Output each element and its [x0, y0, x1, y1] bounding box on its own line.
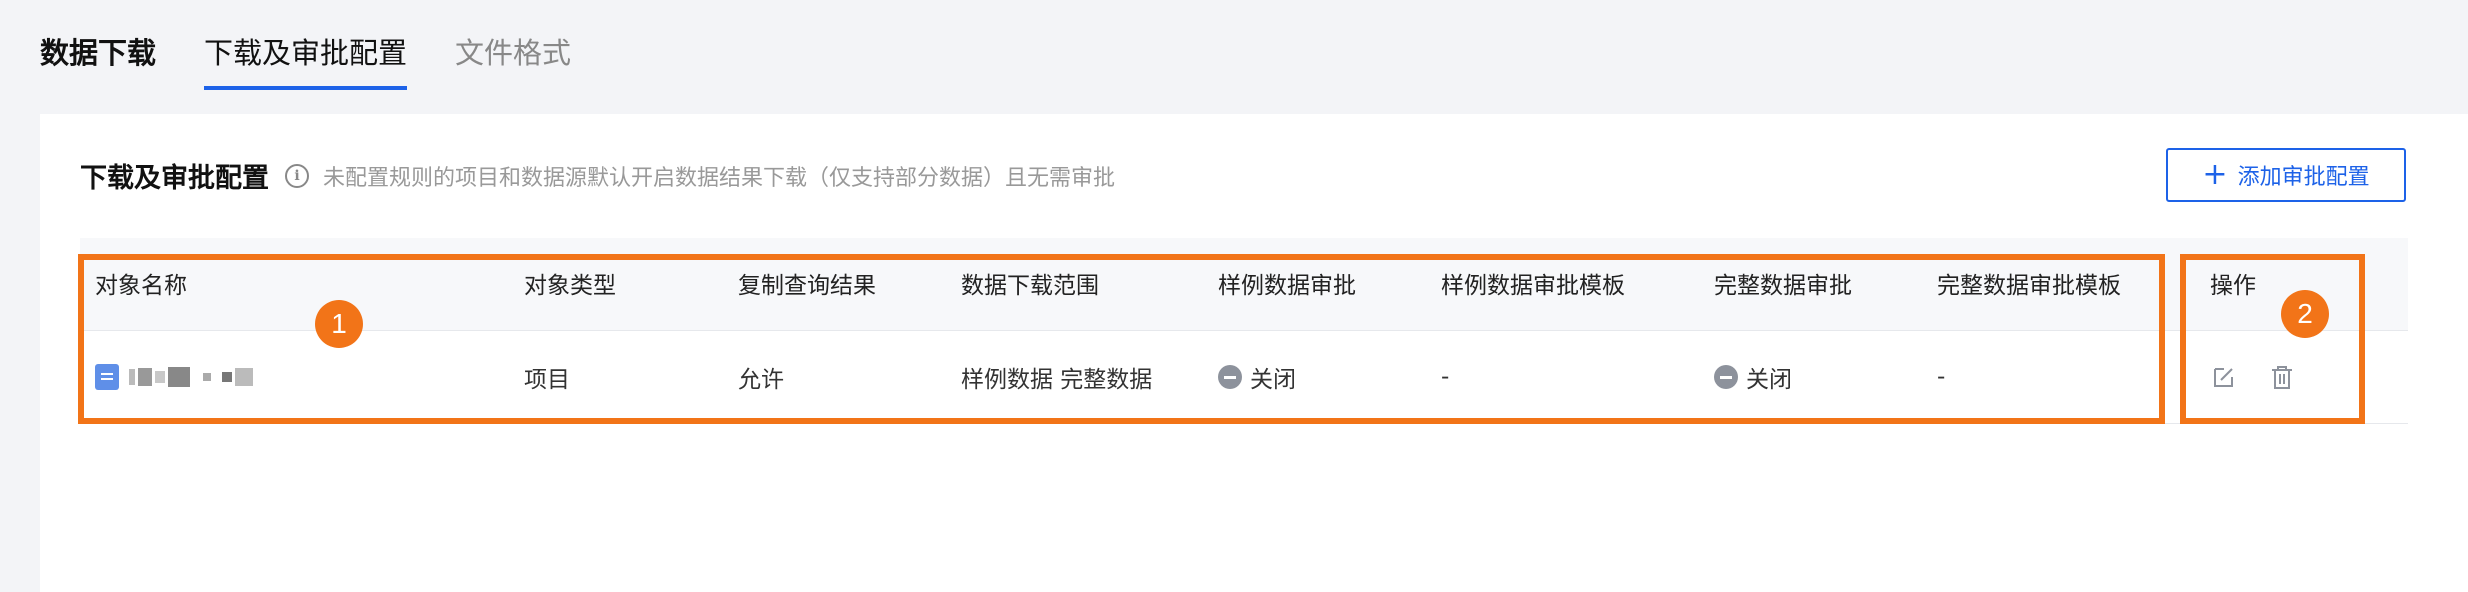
- config-card: 下载及审批配置 i 未配置规则的项目和数据源默认开启数据结果下载（仅支持部分数据…: [40, 114, 2468, 592]
- sample-approval-status: 关闭: [1250, 367, 1296, 393]
- download-scope-cell: 样例数据 完整数据: [961, 367, 1153, 393]
- edit-icon[interactable]: [2210, 363, 2238, 391]
- redacted-object-name: [129, 367, 253, 387]
- col-object-type: 对象类型: [524, 273, 616, 299]
- annotation-badge-2: 2: [2281, 290, 2329, 338]
- section-header: 下载及审批配置 i 未配置规则的项目和数据源默认开启数据结果下载（仅支持部分数据…: [80, 156, 1115, 195]
- plus-icon: +: [2202, 157, 2228, 192]
- full-approval-cell: 关闭: [1714, 331, 1792, 423]
- col-operations: 操作: [2210, 273, 2256, 299]
- object-name-cell: [95, 331, 253, 423]
- sample-template-cell: -: [1441, 364, 1450, 390]
- col-sample-template: 样例数据审批模板: [1441, 273, 1625, 299]
- section-title: 下载及审批配置: [80, 163, 269, 194]
- sample-approval-cell: 关闭: [1218, 331, 1296, 423]
- col-download-scope: 数据下载范围: [961, 273, 1099, 299]
- document-icon: [95, 364, 119, 390]
- col-object-name: 对象名称: [95, 273, 187, 299]
- object-type-cell: 项目: [524, 367, 570, 393]
- trash-icon[interactable]: [2268, 363, 2296, 391]
- operations-cell: [2210, 331, 2326, 423]
- minus-circle-icon: [1714, 365, 1738, 389]
- col-sample-approval: 样例数据审批: [1218, 273, 1356, 299]
- tab-bar: 数据下载 下载及审批配置 文件格式: [40, 30, 619, 94]
- tab-download-approval-config[interactable]: 下载及审批配置: [204, 30, 408, 90]
- minus-circle-icon: [1218, 365, 1242, 389]
- col-full-approval: 完整数据审批: [1714, 273, 1852, 299]
- section-hint: 未配置规则的项目和数据源默认开启数据结果下载（仅支持部分数据）且无需审批: [323, 165, 1116, 191]
- full-template-cell: -: [1937, 364, 1946, 390]
- full-approval-status: 关闭: [1746, 367, 1792, 393]
- add-approval-config-label: 添加审批配置: [2237, 165, 2370, 190]
- col-copy-result: 复制查询结果: [738, 273, 876, 299]
- tab-file-format[interactable]: 文件格式: [455, 30, 571, 76]
- table-header: 对象名称 对象类型 复制查询结果 数据下载范围 样例数据审批 样例数据审批模板 …: [80, 238, 2408, 331]
- table-row: 项目 允许 样例数据 完整数据 关闭 - 关闭 -: [80, 331, 2408, 424]
- annotation-badge-1: 1: [315, 300, 363, 348]
- tab-data-download[interactable]: 数据下载: [40, 30, 156, 76]
- config-table: 对象名称 对象类型 复制查询结果 数据下载范围 样例数据审批 样例数据审批模板 …: [80, 238, 2408, 424]
- add-approval-config-button[interactable]: + 添加审批配置: [2166, 148, 2406, 202]
- copy-result-cell: 允许: [738, 367, 784, 393]
- info-icon[interactable]: i: [285, 163, 309, 188]
- col-full-template: 完整数据审批模板: [1937, 273, 2121, 299]
